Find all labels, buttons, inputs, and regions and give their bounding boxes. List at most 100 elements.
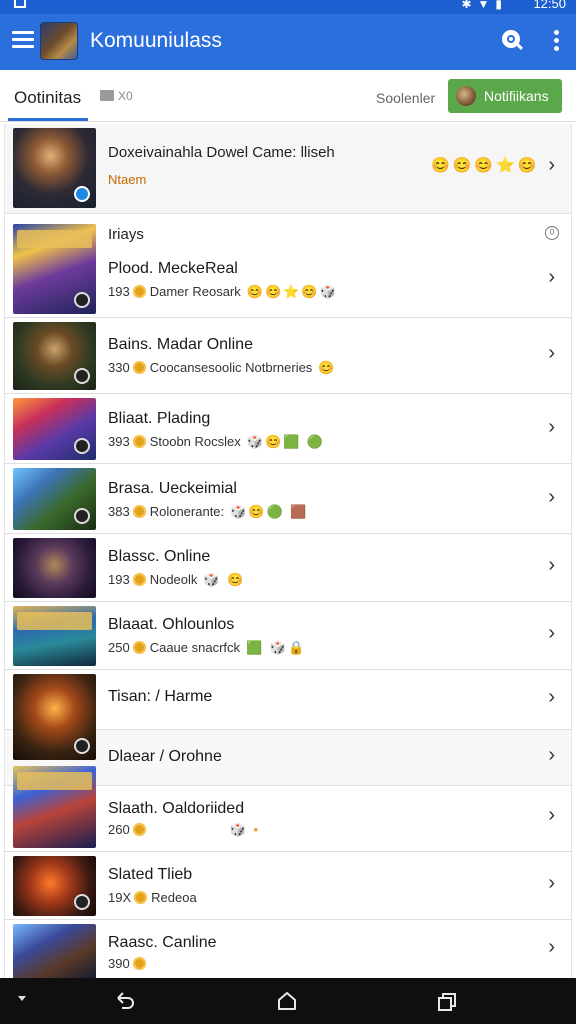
community-list[interactable]: Doxeivainahla Dowel Came: lliseh Ntaem 😊…: [4, 124, 572, 978]
thumbnail-banner: [17, 230, 92, 248]
more-options-icon[interactable]: [554, 30, 560, 52]
app-title: Komuuniulass: [90, 29, 222, 52]
recent-apps-icon[interactable]: [436, 991, 458, 1013]
item-emojis: 🎲 😊: [203, 572, 246, 587]
badge-icon: [74, 738, 90, 754]
badge-icon: [74, 368, 90, 384]
item-thumbnail: [13, 322, 96, 390]
item-thumbnail: [13, 468, 96, 530]
featured-subtitle: Ntaem: [108, 172, 147, 187]
item-count: 193: [108, 284, 130, 299]
item-sub: Nodeolk: [149, 572, 198, 587]
list-item[interactable]: Brasa. Ueckeimial 383 Rolonerante: 🎲😊🟢 🟫 ›: [5, 464, 571, 534]
item-meta: 193 Nodeolk 🎲 😊: [108, 572, 245, 588]
notifications-button[interactable]: Notifiikans: [448, 79, 562, 113]
tab-underline: [8, 118, 88, 121]
chevron-right-icon: ›: [548, 554, 555, 576]
item-count: 260: [108, 822, 130, 837]
item-meta: 390: [108, 956, 150, 971]
item-emojis: 😊: [318, 360, 337, 375]
featured-title: Doxeivainahla Dowel Came: lliseh: [108, 144, 335, 161]
thumbnail-banner: [17, 772, 92, 790]
folder-icon: [100, 90, 114, 101]
app-logo: [40, 22, 78, 60]
item-title: Plood. MeckeReal: [108, 260, 238, 277]
item-thumbnail: [13, 674, 96, 760]
item-emojis: 🟩 🎲🔒: [246, 640, 307, 655]
item-thumbnail: [13, 606, 96, 666]
item-sub: Redeoa: [151, 890, 197, 905]
item-count: 193: [108, 572, 130, 587]
item-count: 383: [108, 504, 130, 519]
section-label: Iriays: [108, 226, 144, 243]
chevron-right-icon: ›: [548, 744, 555, 766]
badge-icon: [74, 438, 90, 454]
list-item[interactable]: Bains. Madar Online 330 Coocansesoolic No…: [5, 318, 571, 394]
list-item[interactable]: Blassc. Online 193 Nodeolk 🎲 😊 ›: [5, 534, 571, 602]
item-title: Tisan: / Harme: [108, 688, 213, 705]
item-thumbnail: [13, 398, 96, 460]
item-title: Bliaat. Plading: [108, 410, 211, 427]
status-time: 12:50: [533, 0, 566, 11]
coin-icon: [132, 435, 146, 448]
chevron-right-icon: ›: [548, 342, 555, 364]
chevron-right-icon: ›: [548, 686, 555, 708]
list-item[interactable]: Tisan: / Harme ›: [5, 670, 571, 760]
home-icon[interactable]: [276, 990, 298, 1012]
item-count: 250: [108, 640, 130, 655]
item-count: 393: [108, 434, 130, 449]
tab-active[interactable]: Ootinitas: [14, 88, 81, 108]
list-item[interactable]: Iriays 0 Plood. MeckeReal 193 Damer Reosa…: [5, 214, 571, 318]
list-item[interactable]: Blaaat. Ohlounlos 250 Caaue snacrfck 🟩 🎲🔒 …: [5, 602, 571, 670]
item-title: Blassc. Online: [108, 548, 211, 565]
featured-emojis: 😊😊😊⭐😊: [431, 157, 540, 174]
item-sub2: Reosark: [192, 284, 241, 299]
item-title: Dlaear / Orohne: [108, 748, 222, 765]
item-meta: 250 Caaue snacrfck 🟩 🎲🔒: [108, 640, 306, 656]
chevron-right-icon: ›: [548, 872, 555, 894]
back-icon[interactable]: [114, 990, 136, 1012]
item-emojis: 🎲 •: [229, 822, 261, 837]
list-item[interactable]: Slated Tlieb 19X Redeoa ›: [5, 852, 571, 920]
item-title: Blaaat. Ohlounlos: [108, 616, 235, 633]
notification-icon: [14, 0, 26, 8]
coin-icon: [132, 505, 146, 518]
list-item[interactable]: Raasc. Canline 390 ›: [5, 920, 571, 978]
menu-icon[interactable]: [12, 31, 34, 49]
item-thumbnail: [13, 924, 96, 978]
item-count: 330: [108, 360, 130, 375]
coin-icon: [132, 573, 146, 586]
chevron-right-icon: ›: [548, 486, 555, 508]
item-sub2: Notbrneries: [245, 360, 313, 375]
item-title: Raasc. Canline: [108, 934, 217, 951]
coin-icon: [132, 957, 146, 970]
chevron-right-icon: ›: [548, 154, 555, 176]
item-sub: Caaue snacrfck: [149, 640, 241, 655]
info-icon[interactable]: 0: [545, 226, 559, 240]
list-item[interactable]: Bliaat. Plading 393 Stoobn Rocslex 🎲😊🟩 🟢 ›: [5, 394, 571, 464]
list-item[interactable]: Slaath. Oaldoriided 260 🎲 • ›: [5, 766, 571, 852]
status-icons: ✱▼▮: [461, 0, 508, 11]
item-count: 19X: [108, 890, 132, 905]
chevron-right-icon: ›: [548, 266, 555, 288]
avatar: [456, 86, 476, 106]
search-icon[interactable]: [502, 30, 524, 52]
featured-item[interactable]: Doxeivainahla Dowel Came: lliseh Ntaem 😊…: [5, 124, 571, 214]
badge-icon: [74, 292, 90, 308]
keyboard-hide-icon[interactable]: [18, 996, 26, 1001]
item-title: Slated Tlieb: [108, 866, 193, 883]
item-thumbnail: [13, 224, 96, 314]
item-meta: 19X Redeoa: [108, 890, 197, 905]
coin-icon: [132, 641, 146, 654]
item-thumbnail: [13, 538, 96, 598]
item-sub: Coocansesoolic: [149, 360, 242, 375]
app-bar: Komuuniulass: [0, 14, 576, 70]
coin-icon: [132, 285, 146, 298]
thumbnail-banner: [17, 612, 92, 630]
item-meta: 260 🎲 •: [108, 822, 260, 838]
tab-extra[interactable]: X0: [100, 89, 133, 103]
sort-button[interactable]: Soolenler: [376, 90, 435, 106]
chevron-right-icon: ›: [548, 804, 555, 826]
item-title: Brasa. Ueckeimial: [108, 480, 237, 497]
coin-icon: [132, 823, 146, 836]
